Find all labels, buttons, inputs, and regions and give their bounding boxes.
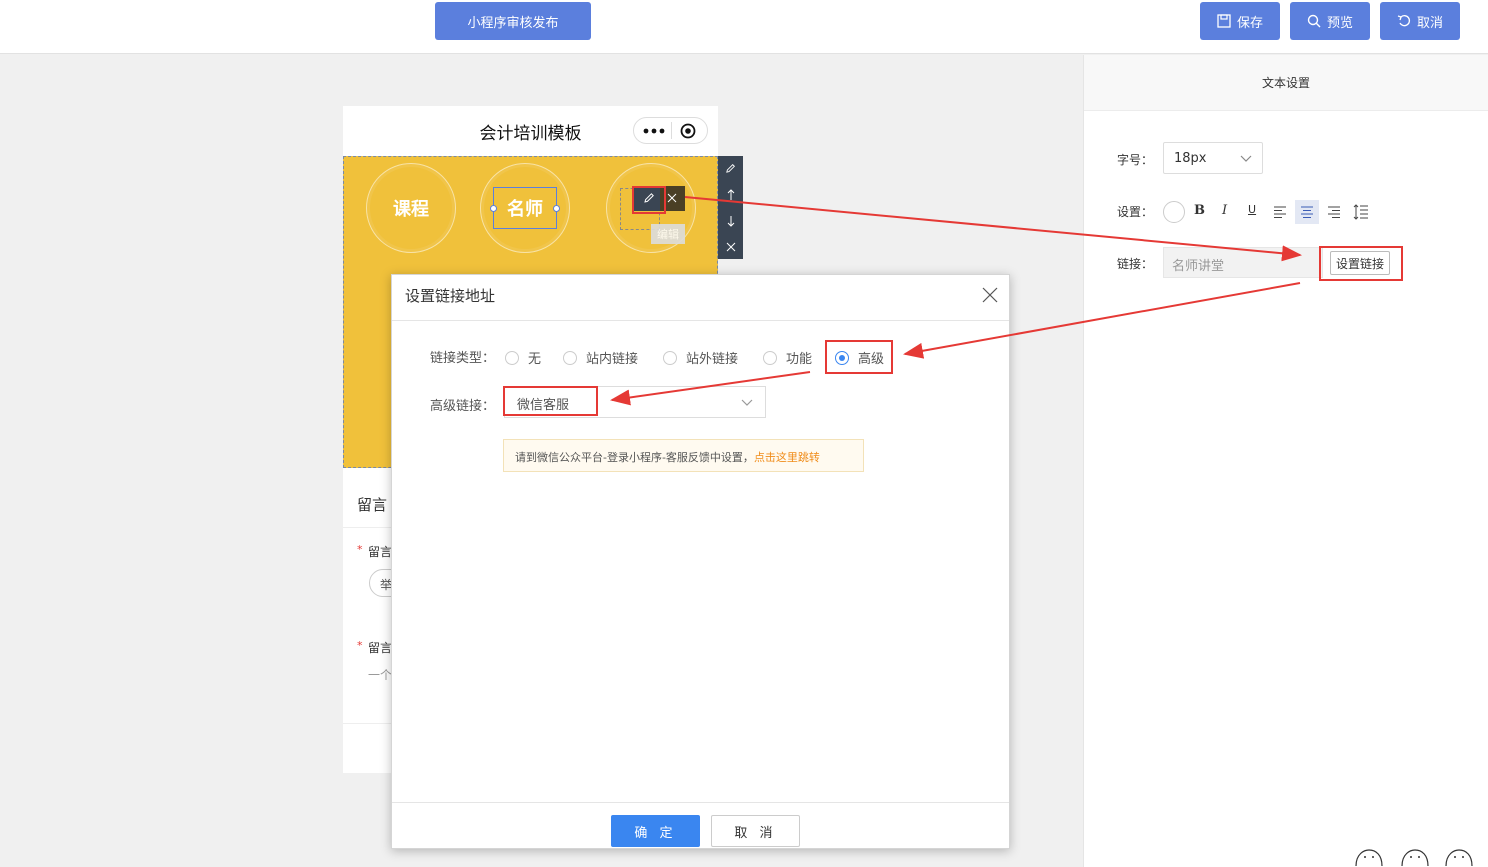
radio-label: 无 (528, 352, 542, 367)
pencil-icon[interactable] (725, 163, 736, 174)
arrow-down-icon[interactable] (726, 215, 736, 227)
radio-internal-link[interactable]: 站内链接 (563, 348, 638, 367)
radio-function[interactable]: 功能 (763, 348, 812, 367)
preview-button[interactable]: 预览 (1290, 2, 1370, 40)
notice-jump-link[interactable]: 点击这里跳转 (754, 451, 820, 464)
link-placeholder: 名师讲堂 (1172, 259, 1225, 274)
circle-nav-course[interactable]: 课程 (366, 163, 456, 253)
save-label: 保存 (1236, 15, 1263, 31)
font-size-value: 18px (1174, 151, 1207, 166)
field-label: 留言 (368, 641, 393, 655)
link-type-label: 链接类型： (430, 351, 496, 366)
capsule-menu (633, 117, 708, 144)
notice-box: 请到微信公众平台-登录小程序-客服反馈中设置，点击这里跳转 (503, 439, 864, 472)
dialog-header: 设置链接地址 (392, 275, 1009, 321)
close-icon[interactable] (726, 242, 736, 252)
advanced-link-label: 高级链接： (430, 399, 496, 414)
emoji-face-icon (1401, 849, 1429, 867)
bold-icon[interactable]: B (1194, 203, 1205, 218)
underline-icon[interactable]: U (1248, 203, 1256, 216)
circle-nav-teacher[interactable]: 名师 (480, 163, 570, 253)
publish-button[interactable]: 小程序审核发布 (435, 2, 591, 40)
chevron-down-icon (1240, 155, 1252, 162)
target-icon[interactable] (680, 123, 696, 139)
undo-icon (1397, 15, 1410, 27)
panel-title: 文本设置 (1084, 55, 1488, 111)
highlight-advanced-value (503, 386, 598, 416)
circle-label: 课程 (393, 199, 429, 220)
radio-external-link[interactable]: 站外链接 (663, 348, 738, 367)
cancel-label: 取消 (1416, 15, 1443, 31)
dialog-title: 设置链接地址 (405, 287, 496, 305)
top-bar: 小程序审核发布 保存 预览 取消 (0, 0, 1488, 54)
close-icon (667, 193, 677, 203)
field-label: 留言 (368, 545, 393, 559)
link-dialog: 设置链接地址 链接类型： 无 站内链接 站外链接 功能 高级 高级链接： 微信客… (391, 274, 1010, 849)
required-mark: * (357, 639, 363, 652)
circle-label: 名师 (507, 199, 543, 220)
selected-text-box[interactable]: 名师 (490, 187, 560, 229)
field-text: 一个 (368, 668, 393, 682)
align-center-icon[interactable] (1300, 205, 1314, 219)
cancel-button[interactable]: 取消 (1380, 2, 1460, 40)
search-icon (1307, 14, 1321, 28)
chevron-down-icon (741, 399, 753, 406)
settings-label: 设置： (1117, 205, 1154, 219)
line-height-icon[interactable] (1353, 204, 1369, 220)
radio-circle (763, 350, 777, 365)
align-right-icon[interactable] (1327, 205, 1341, 219)
capsule-divider (671, 122, 672, 139)
link-input[interactable]: 名师讲堂 (1163, 247, 1323, 278)
emoji-face-icon (1445, 849, 1473, 867)
radio-none[interactable]: 无 (505, 348, 541, 367)
resize-handle[interactable] (490, 205, 497, 212)
save-button[interactable]: 保存 (1200, 2, 1280, 40)
radio-circle (563, 350, 577, 365)
highlight-edit (632, 186, 666, 214)
radio-circle (663, 350, 677, 365)
close-icon[interactable] (982, 287, 998, 303)
font-size-label: 字号： (1117, 153, 1154, 167)
link-label: 链接： (1117, 257, 1154, 271)
text-settings-panel: 文本设置 (1083, 55, 1488, 867)
italic-icon[interactable]: I (1222, 203, 1227, 218)
notice-text: 请到微信公众平台-登录小程序-客服反馈中设置， (515, 451, 754, 464)
preview-label: 预览 (1326, 15, 1353, 31)
footer-divider (392, 802, 1009, 803)
color-picker[interactable] (1163, 201, 1185, 223)
section-heading: 留言 (357, 496, 388, 514)
confirm-button[interactable]: 确 定 (611, 815, 700, 847)
save-icon (1217, 14, 1231, 28)
resize-handle[interactable] (553, 205, 560, 212)
font-size-select[interactable]: 18px (1163, 142, 1263, 174)
radio-label: 站外链接 (686, 352, 739, 367)
align-left-icon[interactable] (1273, 205, 1287, 219)
required-mark: * (357, 543, 363, 556)
highlight-advanced (825, 340, 893, 374)
radio-label: 功能 (786, 352, 813, 367)
dialog-cancel-button[interactable]: 取 消 (711, 815, 800, 847)
ellipsis-icon[interactable] (643, 127, 665, 135)
arrow-up-icon[interactable] (726, 189, 736, 201)
radio-circle (505, 350, 519, 365)
edit-tooltip: 编辑 (651, 224, 685, 244)
radio-label: 站内链接 (586, 352, 639, 367)
highlight-set-link (1319, 246, 1403, 281)
emoji-face-icon (1355, 849, 1383, 867)
mini-program-header: 会计培训模板 (343, 106, 718, 156)
element-side-toolbar (718, 156, 743, 259)
